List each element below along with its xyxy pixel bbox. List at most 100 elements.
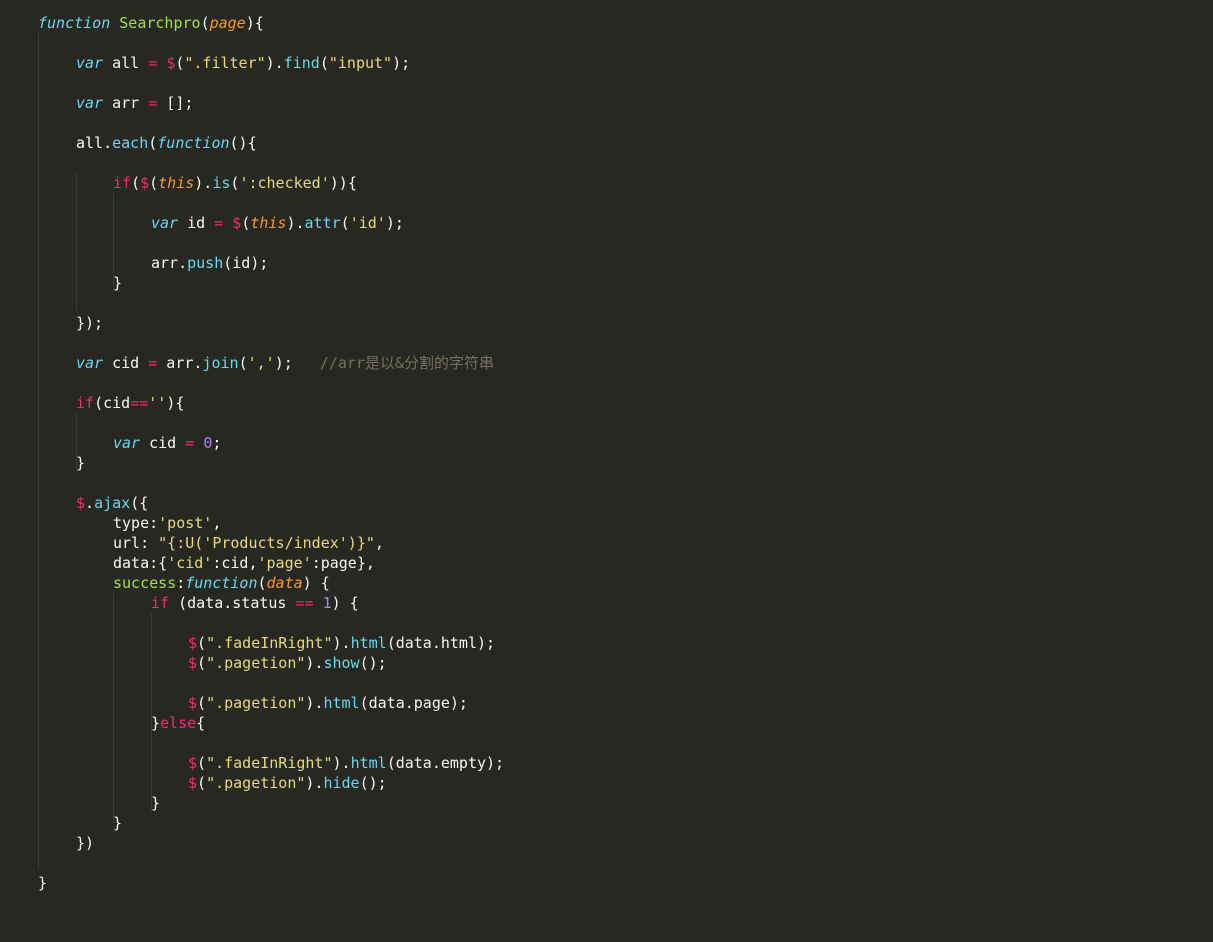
code-token: : bbox=[176, 574, 186, 592]
code-token: arr bbox=[103, 94, 149, 112]
code-token: all. bbox=[76, 134, 113, 152]
code-token: hide bbox=[323, 774, 360, 792]
code-line[interactable]: }); bbox=[76, 313, 103, 333]
code-line[interactable]: all.each(function(){ bbox=[76, 133, 257, 153]
code-token: each bbox=[112, 134, 149, 152]
code-token: data:{ bbox=[113, 554, 168, 572]
code-token: ( bbox=[319, 54, 329, 72]
code-token: == bbox=[295, 594, 314, 612]
code-line[interactable]: if (data.status == 1) { bbox=[151, 593, 359, 613]
code-token: ; bbox=[212, 434, 222, 452]
code-token: html bbox=[350, 634, 387, 652]
indent-guide bbox=[76, 173, 77, 310]
code-token: ajax bbox=[94, 494, 131, 512]
code-line[interactable]: if(cid==''){ bbox=[76, 393, 184, 413]
code-line[interactable]: } bbox=[113, 813, 122, 833]
code-token: []; bbox=[157, 94, 194, 112]
code-line[interactable]: $(".fadeInRight").html(data.empty); bbox=[188, 753, 504, 773]
code-token: = bbox=[148, 54, 158, 72]
code-token: $ bbox=[140, 174, 150, 192]
code-line[interactable]: var cid = 0; bbox=[113, 433, 221, 453]
code-line[interactable]: url: "{:U('Products/index')}", bbox=[113, 533, 384, 553]
code-token: 1 bbox=[322, 594, 332, 612]
code-token: ( bbox=[340, 214, 350, 232]
code-token: 'post' bbox=[158, 514, 213, 532]
code-token: $ bbox=[188, 774, 198, 792]
code-line[interactable]: if($(this).is(':checked')){ bbox=[113, 173, 357, 193]
code-token: is bbox=[212, 174, 231, 192]
code-line[interactable]: arr.push(id); bbox=[151, 253, 268, 273]
code-line[interactable]: success:function(data) { bbox=[113, 573, 330, 593]
code-token: ); bbox=[392, 54, 411, 72]
code-line[interactable]: var arr = []; bbox=[76, 93, 193, 113]
code-line[interactable]: type:'post', bbox=[113, 513, 221, 533]
code-token: join bbox=[202, 354, 239, 372]
code-token: { bbox=[347, 174, 357, 192]
code-token: { bbox=[196, 714, 206, 732]
code-token: var bbox=[113, 434, 141, 452]
code-token: (){ bbox=[229, 134, 257, 152]
code-token: } bbox=[76, 454, 86, 472]
code-line[interactable]: } bbox=[151, 793, 160, 813]
code-token: ':checked' bbox=[239, 174, 330, 192]
code-token: function bbox=[38, 14, 111, 32]
code-token: == bbox=[130, 394, 149, 412]
code-line[interactable]: $(".fadeInRight").html(data.html); bbox=[188, 633, 495, 653]
code-token: else bbox=[160, 714, 197, 732]
code-token: , bbox=[212, 514, 222, 532]
code-token: $ bbox=[188, 694, 198, 712]
code-line[interactable]: }) bbox=[76, 833, 94, 853]
code-token: ".pagetion" bbox=[206, 774, 306, 792]
code-line[interactable]: } bbox=[113, 273, 122, 293]
code-token: ). bbox=[305, 774, 324, 792]
code-line[interactable]: }else{ bbox=[151, 713, 205, 733]
code-token: $ bbox=[188, 754, 198, 772]
code-token: var bbox=[151, 214, 179, 232]
code-token: } bbox=[113, 814, 123, 832]
code-token: ( bbox=[241, 214, 251, 232]
code-line[interactable]: $(".pagetion").hide(); bbox=[188, 773, 387, 793]
code-line[interactable]: var cid = arr.join(','); //arr是以&分割的字符串 bbox=[76, 353, 494, 373]
code-line[interactable]: } bbox=[76, 453, 85, 473]
code-line[interactable]: } bbox=[38, 873, 47, 893]
code-line[interactable]: data:{'cid':cid,'page':page}, bbox=[113, 553, 375, 573]
code-token: this bbox=[158, 174, 195, 192]
code-token: ( bbox=[238, 354, 248, 372]
code-token: (); bbox=[359, 654, 387, 672]
code-token: ( bbox=[197, 654, 207, 672]
code-line[interactable]: $.ajax({ bbox=[76, 493, 148, 513]
code-token: all bbox=[103, 54, 149, 72]
code-token: cid bbox=[140, 434, 186, 452]
code-token: (data.page); bbox=[359, 694, 468, 712]
code-token: ); bbox=[385, 214, 404, 232]
code-token: } bbox=[151, 714, 161, 732]
code-line[interactable]: var id = $(this).attr('id'); bbox=[151, 213, 404, 233]
code-token: "input" bbox=[328, 54, 393, 72]
code-token: 0 bbox=[203, 434, 213, 452]
code-token: ). bbox=[194, 174, 213, 192]
code-token: ( bbox=[148, 134, 158, 152]
code-line[interactable]: $(".pagetion").html(data.page); bbox=[188, 693, 468, 713]
code-editor[interactable]: function Searchpro(page){ var all = $(".f… bbox=[0, 0, 1213, 942]
code-line[interactable]: var all = $(".filter").find("input"); bbox=[76, 53, 410, 73]
code-token: ). bbox=[286, 214, 305, 232]
code-token: (data.status bbox=[169, 594, 296, 612]
code-token: attr bbox=[304, 214, 341, 232]
code-token: = bbox=[185, 434, 195, 452]
code-token: = bbox=[214, 214, 224, 232]
code-token: )) bbox=[329, 174, 348, 192]
code-token: html bbox=[323, 694, 360, 712]
code-token: :cid, bbox=[212, 554, 258, 572]
code-token: } bbox=[113, 274, 123, 292]
code-token: arr. bbox=[151, 254, 188, 272]
code-line[interactable]: $(".pagetion").show(); bbox=[188, 653, 387, 673]
code-token: if bbox=[113, 174, 132, 192]
code-token: = bbox=[148, 94, 158, 112]
code-token: $ bbox=[76, 494, 86, 512]
code-line[interactable]: function Searchpro(page){ bbox=[38, 13, 264, 33]
code-token: }); bbox=[76, 314, 104, 332]
